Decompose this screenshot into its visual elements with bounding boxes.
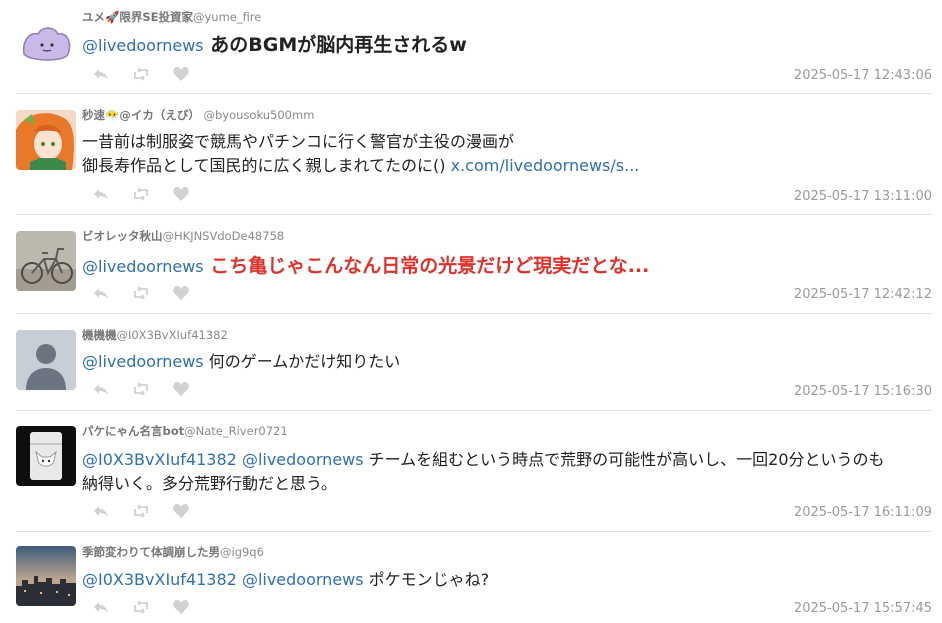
tweet-header: 秒速😶‍🌫️@イカ（えび） @byousoku500mm xyxy=(82,107,314,123)
handle[interactable]: @yume_fire xyxy=(193,10,261,24)
tweet-item: 秒速😶‍🌫️@イカ（えび） @byousoku500mm 一昔前は制服姿で競馬や… xyxy=(0,94,942,215)
default-user-avatar-icon xyxy=(16,330,76,390)
like-icon[interactable] xyxy=(172,503,190,519)
tweet-feed: ユメ🚀限界SE投資家@yume_fire @livedoornews あのBGM… xyxy=(0,0,942,623)
like-icon[interactable] xyxy=(172,381,190,397)
reply-icon[interactable] xyxy=(92,66,110,82)
tweet-text: @livedoornews あのBGMが脳内再生されるw xyxy=(82,33,922,58)
display-name[interactable]: 季節変わりて体調崩した男 xyxy=(82,545,220,559)
retweet-icon[interactable] xyxy=(132,186,150,202)
like-icon[interactable] xyxy=(172,186,190,202)
tweet-header: パケにゃん名言bot@Nate_River0721 xyxy=(82,423,288,439)
handle[interactable]: @I0X3BvXIuf41382 xyxy=(117,328,228,342)
tweet-body: ポケモンじゃね? xyxy=(363,570,490,589)
timestamp[interactable]: 2025-05-17 13:11:00 xyxy=(794,189,932,204)
avatar[interactable] xyxy=(16,110,76,170)
tweet-item: 季節変わりて体調崩した男@ig9q6 @I0X3BvXIuf41382 @liv… xyxy=(0,532,942,623)
tweet-text: @livedoornews こち亀じゃこんなん日常の光景だけど現実だとな... xyxy=(82,254,922,279)
tweet-header: 季節変わりて体調崩した男@ig9q6 xyxy=(82,544,264,560)
bicycle-avatar-icon xyxy=(16,231,76,291)
tweet-body: 何のゲームかだけ知りたい xyxy=(203,352,401,371)
tweet-header: ビオレッタ秋山@HKJNSVdoDe48758 xyxy=(82,228,284,244)
display-name[interactable]: ユメ🚀限界SE投資家 xyxy=(82,10,193,24)
tweet-body-line: 一昔前は制服姿で競馬やパチンコに行く警官が主役の漫画が xyxy=(82,132,515,151)
handle[interactable]: @HKJNSVdoDe48758 xyxy=(163,229,285,243)
avatar[interactable] xyxy=(16,231,76,291)
anime-girl-avatar-icon xyxy=(16,110,76,170)
tweet-header: ユメ🚀限界SE投資家@yume_fire xyxy=(82,9,261,25)
avatar[interactable] xyxy=(16,14,76,74)
retweet-icon[interactable] xyxy=(132,503,150,519)
reply-icon[interactable] xyxy=(92,503,110,519)
timestamp[interactable]: 2025-05-17 12:43:06 xyxy=(794,68,932,83)
timestamp[interactable]: 2025-05-17 16:11:09 xyxy=(794,505,932,520)
mention-link[interactable]: @livedoornews xyxy=(82,352,204,371)
mention-link[interactable]: @I0X3BvXIuf41382 xyxy=(82,570,237,589)
timestamp[interactable]: 2025-05-17 12:42:12 xyxy=(794,287,932,302)
handle[interactable]: @byousoku500mm xyxy=(203,108,314,122)
like-icon[interactable] xyxy=(172,285,190,301)
tweet-item: パケにゃん名言bot@Nate_River0721 @I0X3BvXIuf413… xyxy=(0,411,942,532)
retweet-icon[interactable] xyxy=(132,285,150,301)
tweet-item: 機機機@I0X3BvXIuf41382 @livedoornews 何のゲームか… xyxy=(0,314,942,411)
handle[interactable]: @ig9q6 xyxy=(220,545,264,559)
avatar[interactable] xyxy=(16,330,76,390)
retweet-icon[interactable] xyxy=(132,381,150,397)
mention-link[interactable]: @livedoornews xyxy=(82,257,204,276)
cat-bag-avatar-icon xyxy=(16,426,76,486)
url-link[interactable]: x.com/livedoornews/s... xyxy=(451,156,640,175)
tweet-text: @I0X3BvXIuf41382 @livedoornews ポケモンじゃね? xyxy=(82,568,922,592)
mention-link[interactable]: @livedoornews xyxy=(82,36,204,55)
tweet-item: ユメ🚀限界SE投資家@yume_fire @livedoornews あのBGM… xyxy=(0,0,942,94)
handle[interactable]: @Nate_River0721 xyxy=(184,424,288,438)
reply-icon[interactable] xyxy=(92,381,110,397)
tweet-body-line: 納得いく。多分荒野行動だと思う。 xyxy=(82,474,338,493)
tweet-body-line: チームを組むという時点で荒野の可能性が高いし、一回20分というのも xyxy=(363,450,885,469)
reply-icon[interactable] xyxy=(92,186,110,202)
tweet-header: 機機機@I0X3BvXIuf41382 xyxy=(82,327,228,343)
display-name[interactable]: ビオレッタ秋山 xyxy=(82,229,163,243)
like-icon[interactable] xyxy=(172,599,190,615)
tweet-text: @I0X3BvXIuf41382 @livedoornews チームを組むという… xyxy=(82,448,922,496)
tweet-body: こち亀じゃこんなん日常の光景だけど現実だとな... xyxy=(203,255,650,277)
avatar[interactable] xyxy=(16,546,76,606)
avatar[interactable] xyxy=(16,426,76,486)
cityscape-avatar-icon xyxy=(16,546,76,606)
tweet-text: @livedoornews 何のゲームかだけ知りたい xyxy=(82,350,922,374)
mention-link[interactable]: @livedoornews xyxy=(242,570,364,589)
tweet-body-line: 御長寿作品として国民的に広く親しまれてたのに() xyxy=(82,156,451,175)
like-icon[interactable] xyxy=(172,66,190,82)
tweet-item: ビオレッタ秋山@HKJNSVdoDe48758 @livedoornews こち… xyxy=(0,215,942,314)
reply-icon[interactable] xyxy=(92,599,110,615)
retweet-icon[interactable] xyxy=(132,599,150,615)
mention-link[interactable]: @livedoornews xyxy=(242,450,364,469)
timestamp[interactable]: 2025-05-17 15:16:30 xyxy=(794,384,932,399)
mention-link[interactable]: @I0X3BvXIuf41382 xyxy=(82,450,237,469)
timestamp[interactable]: 2025-05-17 15:57:45 xyxy=(794,601,932,616)
tweet-text: 一昔前は制服姿で競馬やパチンコに行く警官が主役の漫画が 御長寿作品として国民的に… xyxy=(82,130,922,178)
display-name[interactable]: 機機機 xyxy=(82,328,117,342)
ditto-avatar-icon xyxy=(16,14,76,74)
reply-icon[interactable] xyxy=(92,285,110,301)
display-name[interactable]: 秒速😶‍🌫️@イカ（えび） xyxy=(82,108,200,122)
retweet-icon[interactable] xyxy=(132,66,150,82)
tweet-body: あのBGMが脳内再生されるw xyxy=(203,34,467,56)
display-name[interactable]: パケにゃん名言bot xyxy=(82,424,184,438)
